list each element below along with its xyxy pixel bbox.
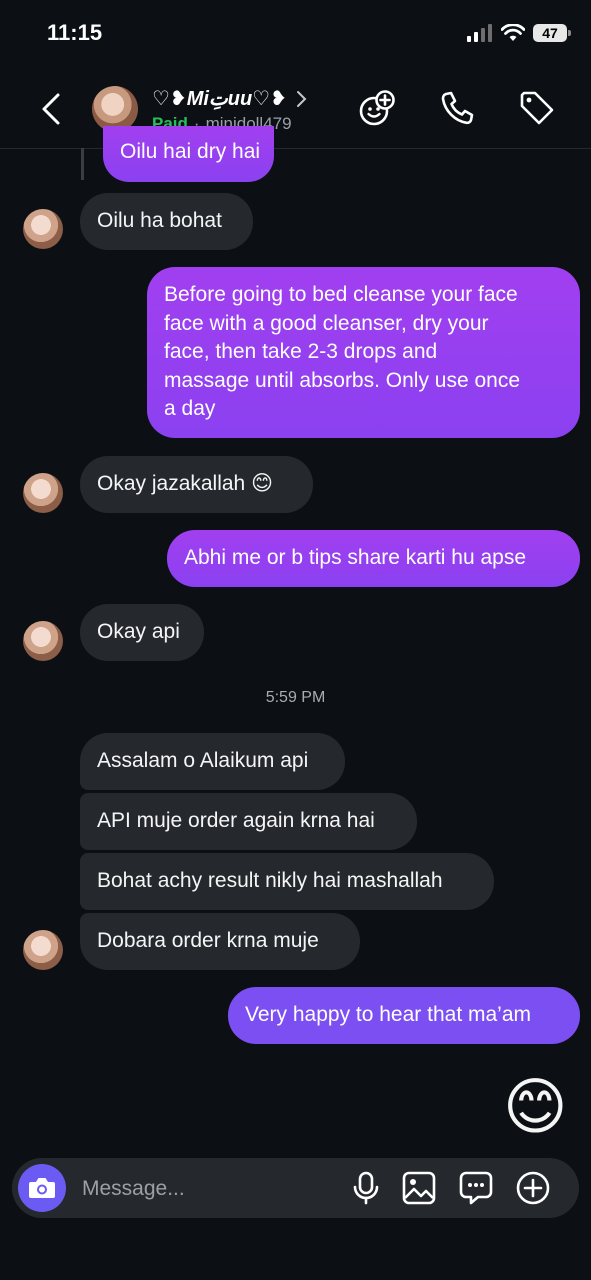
message-bubble-incoming[interactable]: Oilu ha bohat (80, 193, 253, 250)
chat-sticker-icon[interactable] (458, 1170, 494, 1206)
contact-avatar-small (23, 621, 63, 661)
battery-indicator: 47 (533, 24, 571, 42)
message-bubble-outgoing[interactable]: Abhi me or b tips share karti hu apse (167, 530, 580, 587)
message-line: Before going to bed cleanse your face (164, 283, 518, 306)
message-bubble-incoming[interactable]: Assalam o Alaikum api (80, 733, 345, 790)
microphone-icon[interactable] (348, 1170, 384, 1206)
message-line: face with a good cleanser, dry your (164, 311, 489, 335)
message-bubble-incoming[interactable]: API muje order again krna hai (80, 793, 417, 850)
contact-avatar-small (23, 930, 63, 970)
camera-button[interactable] (18, 1164, 66, 1212)
message-line: face, then take 2-3 drops and (164, 340, 438, 363)
back-chevron-icon[interactable] (38, 92, 66, 126)
camera-icon (29, 1178, 55, 1198)
sticker-add-icon[interactable] (358, 89, 396, 127)
contact-avatar-small (23, 473, 63, 513)
message-line: massage until absorbs. Only use once (164, 368, 521, 392)
timestamp-divider: 5:59 PM (265, 689, 326, 706)
wifi-icon (501, 24, 525, 41)
message-bubble-incoming[interactable]: Dobara order krna muje (80, 913, 360, 970)
chevron-right-icon (296, 90, 307, 107)
plus-circle-icon[interactable] (515, 1170, 551, 1206)
status-time: 11:15 (47, 20, 103, 45)
contact-avatar-small (23, 209, 63, 249)
tag-icon[interactable] (518, 89, 556, 127)
message-bubble-outgoing[interactable]: Before going to bed cleanse your face fa… (147, 267, 580, 438)
reply-quote-bar (81, 148, 84, 180)
message-bubble-outgoing[interactable]: Very happy to hear that ma’am (228, 987, 580, 1044)
message-bubble-incoming[interactable]: Okay api (80, 604, 204, 661)
display-name-text: ♡❥Miتِuu♡❥ (152, 88, 287, 110)
contact-display-name[interactable]: ♡❥Miتِuu♡❥ (152, 86, 307, 111)
message-line: a day (164, 397, 216, 420)
image-icon[interactable] (401, 1170, 437, 1206)
emoji-message[interactable]: 😊 (503, 1072, 568, 1144)
cellular-signal-icon (467, 24, 492, 42)
message-bubble-incoming[interactable]: Bohat achy result nikly hai mashallah (80, 853, 494, 910)
message-input[interactable] (80, 1172, 334, 1206)
message-bubble-incoming[interactable]: Okay jazakallah 😊 (80, 456, 313, 513)
phone-icon[interactable] (438, 89, 476, 127)
message-bubble-outgoing[interactable]: Oilu hai dry hai (103, 126, 274, 182)
status-icons: 47 (467, 24, 571, 42)
